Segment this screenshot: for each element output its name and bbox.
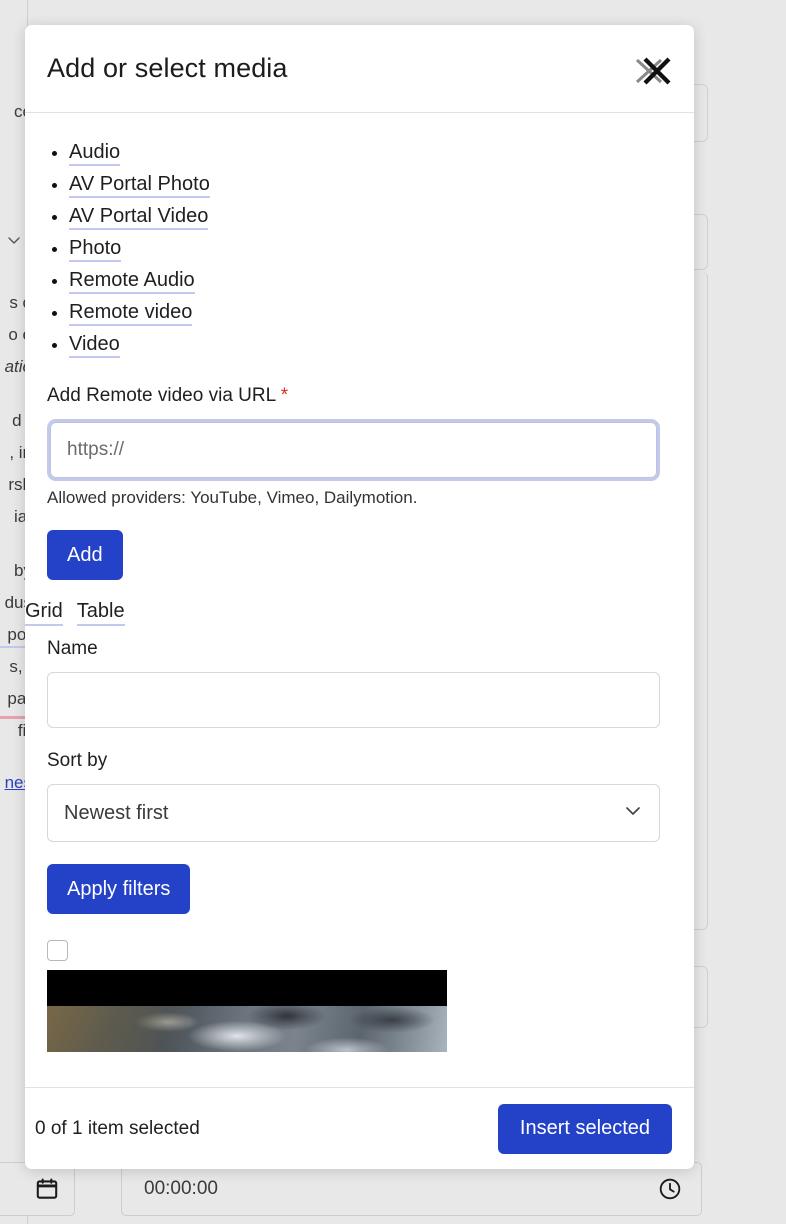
sort-by-select[interactable]: Newest first bbox=[47, 784, 660, 842]
url-help-text: Allowed providers: YouTube, Vimeo, Daily… bbox=[47, 488, 672, 508]
close-x-icon[interactable] bbox=[628, 51, 674, 91]
date-picker-field[interactable] bbox=[0, 1162, 75, 1216]
tab-grid[interactable]: Grid bbox=[25, 600, 63, 626]
list-item: Photo bbox=[69, 237, 672, 259]
remote-video-url-input[interactable] bbox=[50, 422, 657, 478]
required-marker: * bbox=[281, 385, 288, 406]
media-result-item bbox=[47, 940, 672, 1052]
dialog-header: Add or select media bbox=[25, 25, 694, 113]
list-item: AV Portal Photo bbox=[69, 173, 672, 195]
dialog-footer: 0 of 1 item selected Insert selected bbox=[25, 1087, 694, 1169]
media-type-link[interactable]: Audio bbox=[69, 141, 120, 166]
clock-icon[interactable] bbox=[657, 1176, 683, 1202]
view-mode-tabs: Grid Table bbox=[25, 600, 672, 626]
chevron-down-icon[interactable] bbox=[6, 232, 22, 248]
media-type-link[interactable]: Photo bbox=[69, 237, 121, 262]
name-filter-input[interactable] bbox=[47, 672, 660, 728]
sort-by-label: Sort by bbox=[47, 750, 672, 772]
media-type-link[interactable]: Remote video bbox=[69, 301, 192, 326]
time-picker-field[interactable]: 00:00:00 bbox=[121, 1162, 702, 1216]
time-value: 00:00:00 bbox=[144, 1178, 218, 1200]
media-type-link[interactable]: Video bbox=[69, 333, 120, 358]
media-type-link[interactable]: Remote Audio bbox=[69, 269, 195, 294]
add-or-select-media-dialog: Add or select media Audio AV Portal Photo… bbox=[25, 25, 694, 1169]
url-field-label: Add Remote video via URL * bbox=[47, 385, 672, 407]
thumbnail-sky-image bbox=[47, 1006, 447, 1052]
media-item-checkbox[interactable] bbox=[47, 940, 68, 961]
url-field-label-text: Add Remote video via URL bbox=[47, 385, 275, 406]
list-item: Remote Audio bbox=[69, 269, 672, 291]
url-input-focus-ring bbox=[47, 419, 660, 481]
dialog-body: Audio AV Portal Photo AV Portal Video Photo… bbox=[25, 113, 694, 1087]
thumbnail-letterbox bbox=[47, 970, 447, 1006]
list-item: Remote video bbox=[69, 301, 672, 323]
add-button[interactable]: Add bbox=[47, 530, 123, 580]
media-type-list: Audio AV Portal Photo AV Portal Video Photo… bbox=[47, 141, 672, 355]
list-item: Video bbox=[69, 333, 672, 355]
media-item-thumbnail[interactable] bbox=[47, 970, 447, 1052]
media-type-link[interactable]: AV Portal Photo bbox=[69, 173, 210, 198]
name-filter-label: Name bbox=[47, 638, 672, 660]
apply-filters-button[interactable]: Apply filters bbox=[47, 864, 190, 914]
dialog-title: Add or select media bbox=[47, 53, 288, 84]
sort-by-wrapper: Newest first bbox=[47, 784, 660, 842]
list-item: AV Portal Video bbox=[69, 205, 672, 227]
insert-selected-button[interactable]: Insert selected bbox=[498, 1104, 672, 1154]
calendar-icon bbox=[34, 1176, 60, 1202]
selected-count-label: 0 of 1 item selected bbox=[35, 1118, 200, 1140]
tab-table[interactable]: Table bbox=[77, 600, 125, 626]
media-type-link[interactable]: AV Portal Video bbox=[69, 205, 208, 230]
list-item: Audio bbox=[69, 141, 672, 163]
